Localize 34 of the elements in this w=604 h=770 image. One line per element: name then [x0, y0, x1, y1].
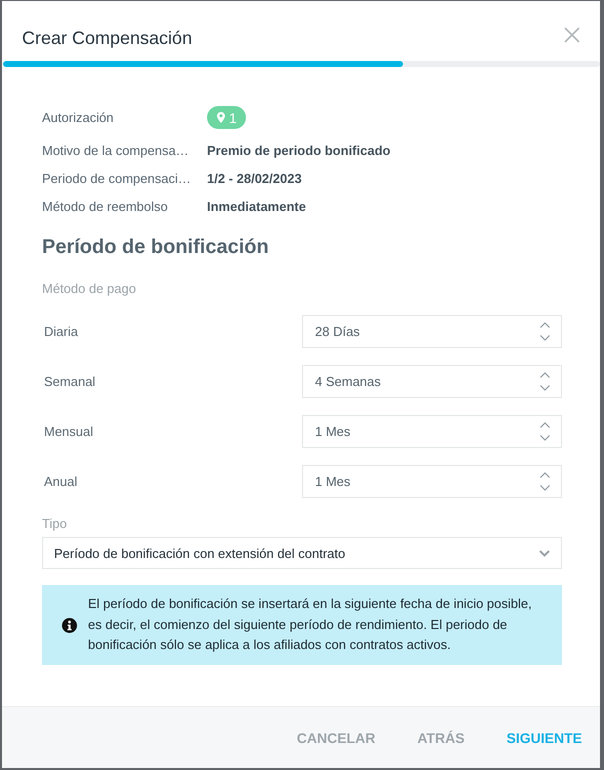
field-value: 1/2 - 28/02/2023 [207, 170, 302, 186]
dialog-title: Crear Compensación [22, 27, 192, 50]
field-value: Inmediatamente [207, 198, 306, 214]
number-field[interactable]: 28 Días [302, 315, 562, 348]
info-text: El período de bonificación se insertará en la siguiente fecha de inicio posible, es decir, el comienzo del siguiente período de rendimiento. El periodo de bonificación sólo se aplica a los afiliados con contratos activos. [88, 595, 533, 654]
field-label: Periodo de compensaci… [42, 170, 192, 186]
chevron-down-icon[interactable] [540, 485, 550, 491]
field-label: Semanal [43, 374, 96, 389]
badge-count: 1 [229, 110, 237, 126]
number-field[interactable]: 1 Mes [302, 465, 562, 498]
map-pin-icon [217, 112, 225, 123]
chevron-down-icon[interactable] [539, 550, 550, 556]
field-label: Diaria [43, 324, 79, 339]
chevron-down-icon[interactable] [540, 335, 550, 341]
chevron-up-icon[interactable] [540, 322, 550, 328]
field-label: Anual [43, 474, 78, 489]
number-field[interactable]: 1 Mes [302, 415, 562, 448]
chevron-up-icon[interactable] [540, 422, 550, 428]
info-icon [62, 618, 77, 632]
number-field[interactable]: 4 Semanas [302, 365, 562, 398]
close-icon[interactable] [564, 27, 580, 43]
field-label: Tipo [42, 515, 68, 533]
chevron-up-icon[interactable] [540, 472, 550, 478]
field-label: Autorización [42, 110, 115, 125]
chevron-up-icon[interactable] [540, 372, 550, 378]
chevron-down-icon[interactable] [540, 385, 550, 391]
section-heading: Período de bonificación [42, 235, 270, 260]
field-label: Motivo de la compensa… [42, 142, 190, 158]
field-value: Premio de periodo bonificado [207, 142, 390, 158]
select-field[interactable]: Período de bonificación con extensión del contrato [42, 537, 562, 569]
field-label: Método de reembolso [42, 198, 169, 214]
field-label: Mensual [43, 424, 94, 439]
group-label: Método de pago [42, 280, 137, 298]
chevron-down-icon[interactable] [540, 435, 550, 441]
